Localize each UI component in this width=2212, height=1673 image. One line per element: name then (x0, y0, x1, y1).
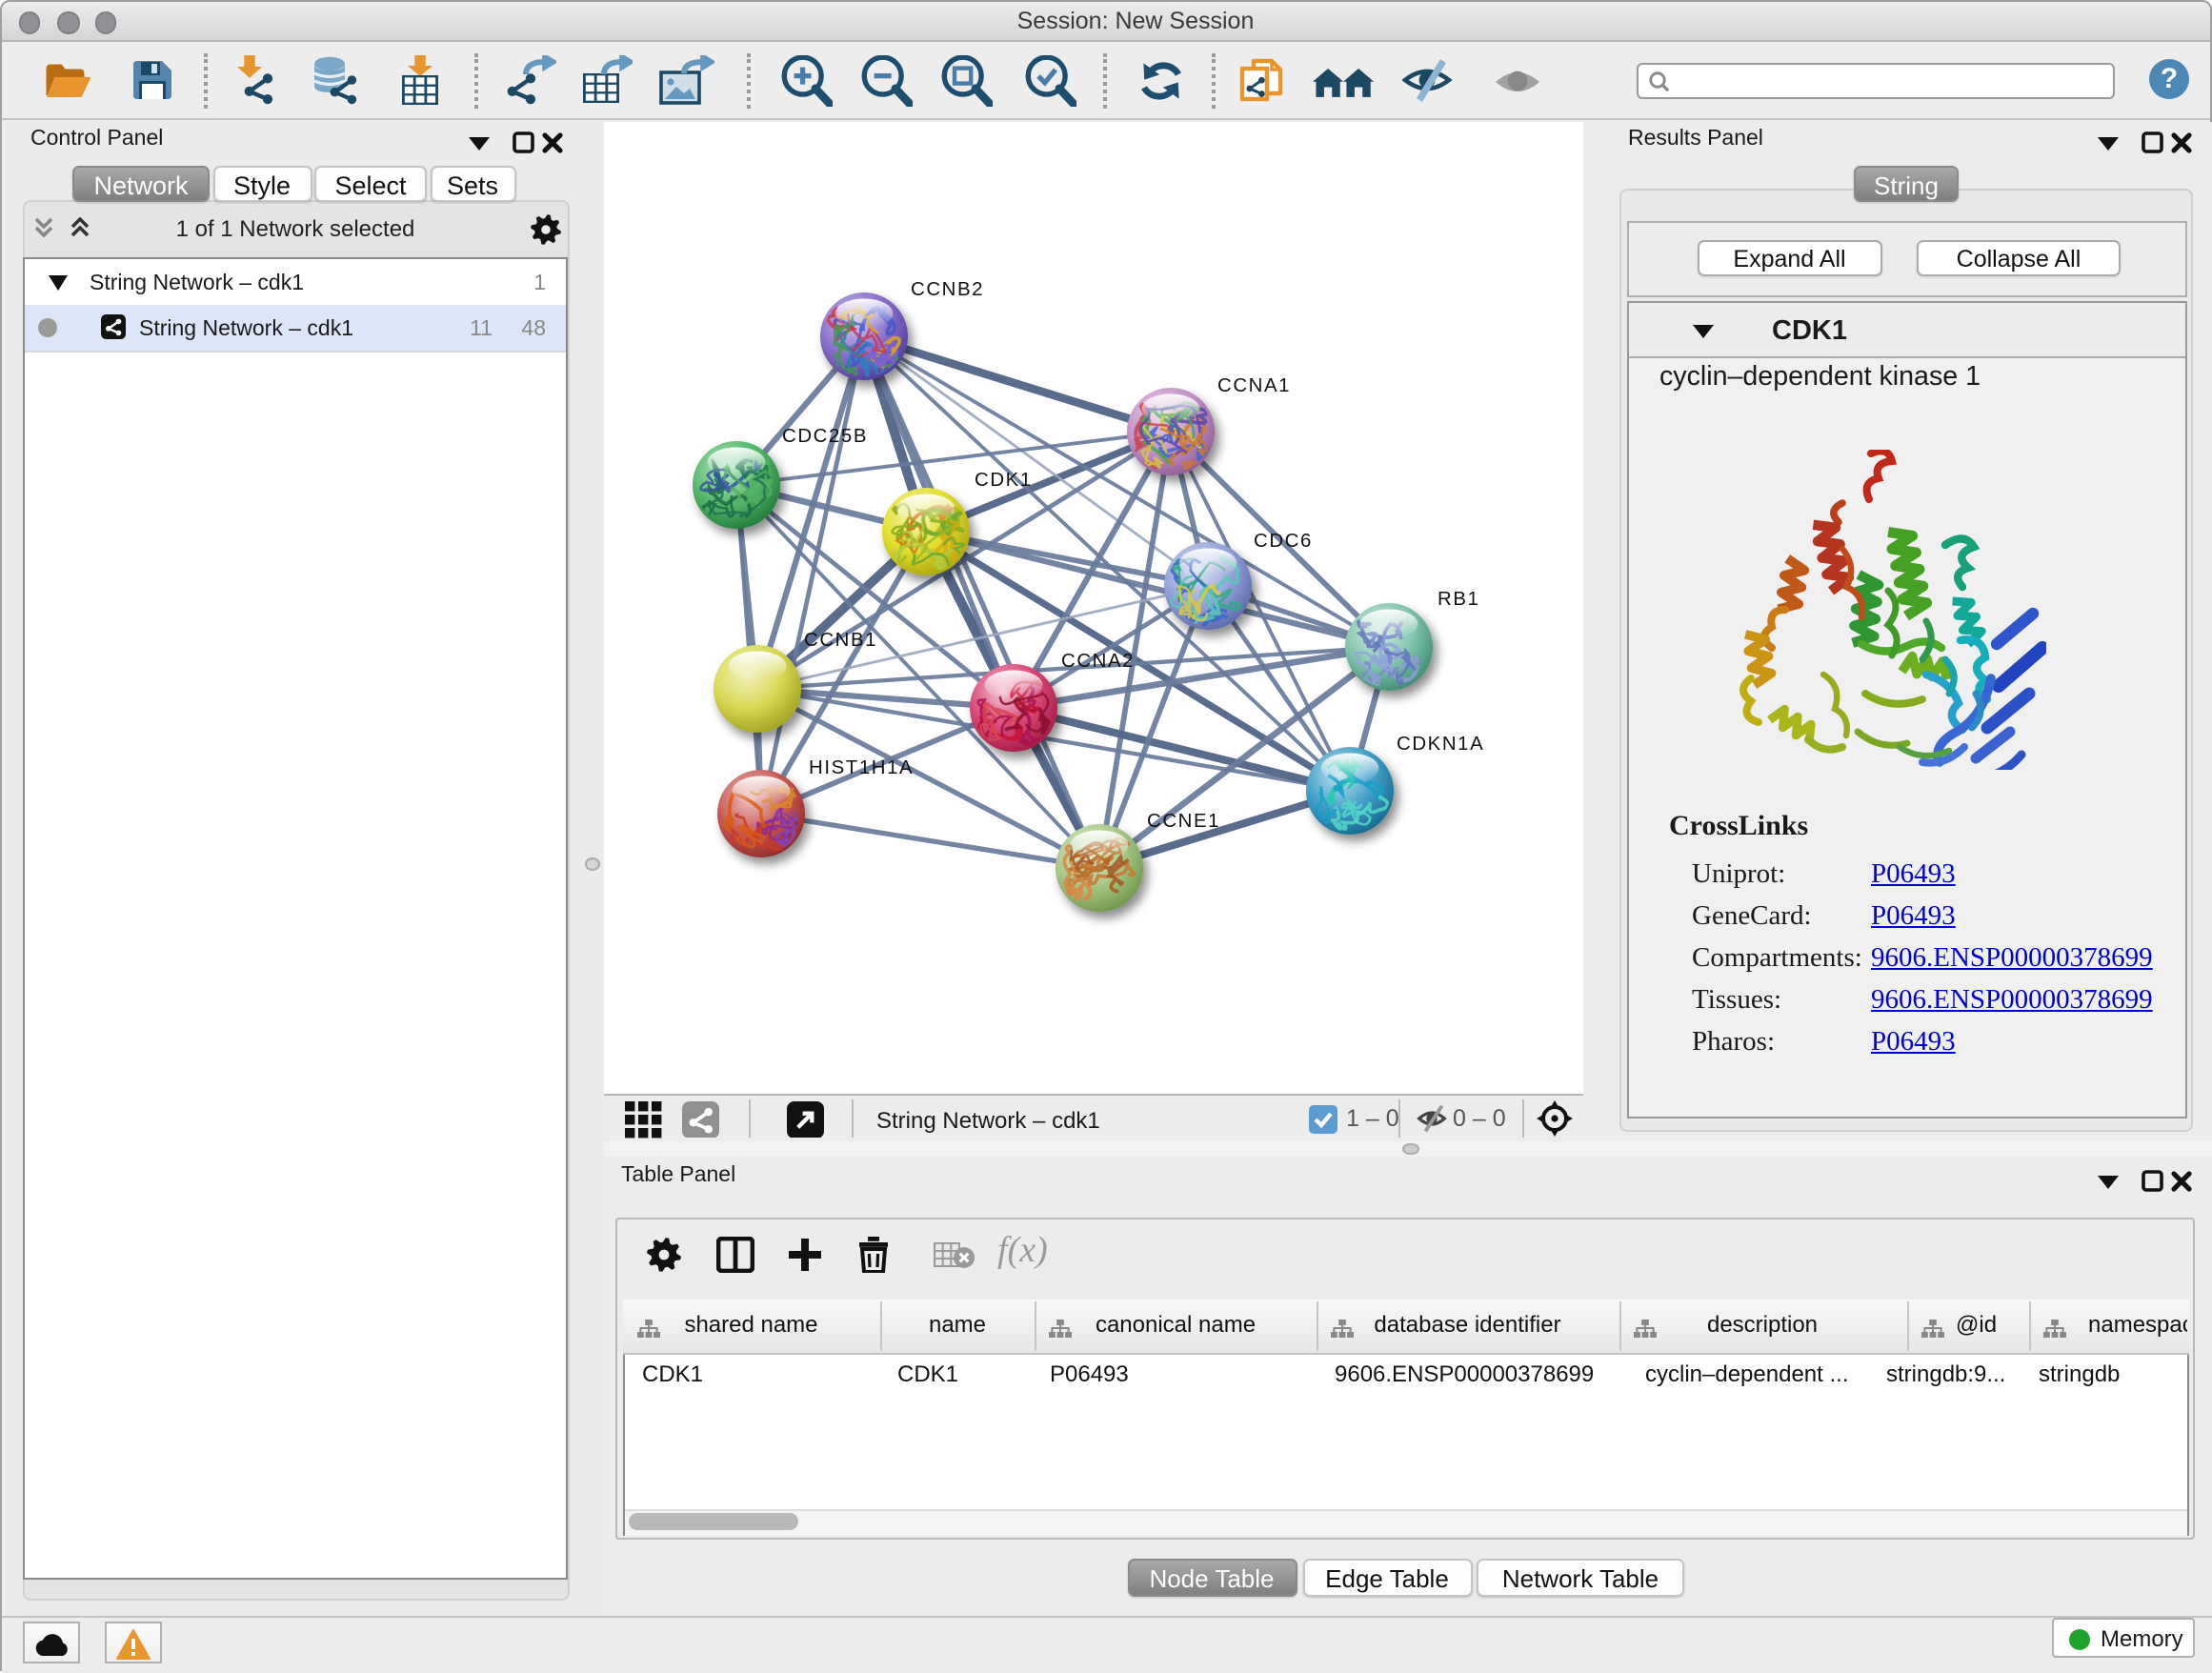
svg-text:RB1: RB1 (1437, 589, 1478, 610)
svg-text:CCNA2: CCNA2 (1060, 651, 1134, 672)
svg-text:CCNA1: CCNA1 (1217, 375, 1290, 396)
svg-text:CCNB2: CCNB2 (910, 279, 983, 300)
svg-text:CDC25B: CDC25B (781, 426, 867, 447)
svg-text:CDKN1A: CDKN1A (1396, 734, 1483, 755)
svg-text:CDC6: CDC6 (1253, 531, 1312, 552)
svg-text:CDK1: CDK1 (974, 470, 1032, 491)
svg-text:CCNE1: CCNE1 (1146, 811, 1219, 832)
svg-text:HIST1H1A: HIST1H1A (808, 757, 913, 778)
svg-text:CCNB1: CCNB1 (803, 630, 876, 651)
